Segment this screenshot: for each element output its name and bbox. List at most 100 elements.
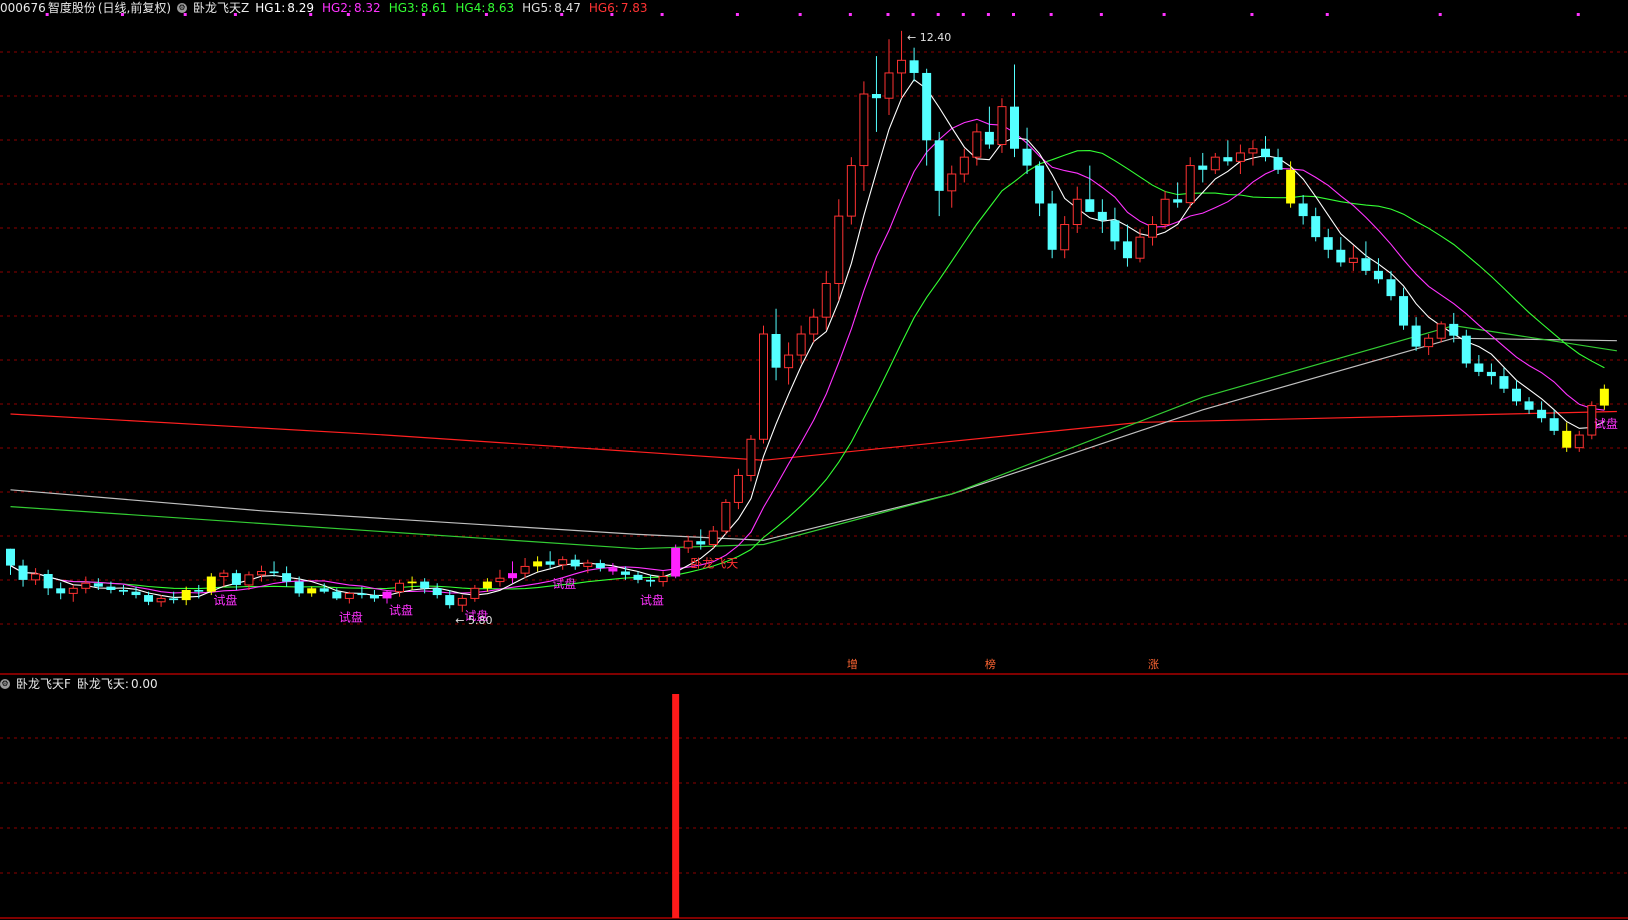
candle-body	[432, 588, 442, 596]
candle-body	[771, 334, 781, 368]
candle-body	[721, 501, 731, 532]
sub-indicator-name[interactable]: 卧龙飞天F	[16, 676, 71, 692]
signal-dot	[848, 13, 852, 16]
candle-body	[733, 474, 743, 503]
candle-body	[871, 94, 881, 99]
candle-body	[169, 598, 179, 601]
event-marker: 榜	[985, 657, 996, 671]
signal-dot	[886, 13, 890, 16]
candle-body	[1047, 203, 1057, 250]
candle-body	[257, 570, 266, 576]
signal-dot	[1438, 13, 1442, 16]
candle-body	[118, 590, 128, 592]
candle-body	[56, 588, 66, 594]
candle-body	[43, 574, 53, 589]
hg-number: 8.29	[287, 1, 314, 15]
hg-value-5: HG5: 8.47	[522, 0, 581, 16]
settings-icon[interactable]: ⚙	[177, 3, 188, 13]
candle-body	[646, 579, 656, 582]
candle-body	[1072, 198, 1082, 226]
candle-body	[922, 72, 932, 141]
candle-body	[1562, 430, 1572, 448]
ma1-line	[10, 78, 1605, 598]
hg-value-1: HG1: 8.29	[255, 0, 314, 16]
candle-body	[671, 547, 681, 577]
candle-body	[18, 565, 28, 580]
candle-body	[1474, 363, 1484, 372]
candle-body	[959, 156, 969, 175]
candle-body	[859, 93, 869, 167]
sub-series-label: 卧龙飞天:	[76, 677, 129, 691]
candle-body	[344, 592, 354, 599]
candle-body	[696, 541, 706, 545]
hg-label: HG2:	[321, 1, 352, 15]
hg-number: 8.63	[487, 1, 515, 15]
candle-body	[482, 581, 492, 589]
candle-body	[533, 561, 543, 567]
candle-body	[1060, 224, 1070, 251]
candle-body	[369, 595, 379, 599]
candle-body	[382, 591, 392, 599]
candle-body	[307, 588, 317, 594]
candle-body	[407, 581, 417, 584]
candle-body	[131, 591, 141, 596]
ma4-line	[10, 324, 1617, 550]
main-indicator-name[interactable]: 卧龙飞天Z	[193, 0, 249, 16]
candle-body	[1010, 106, 1019, 149]
candle-body	[1336, 249, 1346, 263]
candle-body	[1248, 148, 1258, 154]
candle-body	[1198, 165, 1208, 170]
candle-body	[658, 576, 668, 583]
candle-body	[1436, 323, 1446, 339]
candle-body	[821, 282, 831, 318]
signal-dot	[1325, 13, 1329, 16]
candle-body	[357, 593, 367, 596]
candle-body	[1361, 258, 1371, 271]
candle-body	[1210, 156, 1220, 171]
event-marker: 增	[847, 657, 858, 671]
signal-dot	[1049, 13, 1053, 16]
max-price-label: ← 12.40	[907, 31, 951, 44]
signal-label: 试盘	[1594, 416, 1618, 431]
candle-body	[470, 587, 480, 599]
candle-body	[1286, 169, 1296, 204]
stock-chart[interactable]: 试盘试盘 试盘 试盘试盘试盘卧龙飞天试盘← 12.40← 5.80增榜涨	[0, 0, 1628, 920]
signal-dot	[1099, 13, 1103, 16]
candle-body	[1461, 335, 1471, 364]
candle-body	[683, 540, 693, 549]
event-marker: 涨	[1148, 658, 1159, 671]
candle-body	[1160, 198, 1170, 226]
candle-body	[1399, 296, 1409, 326]
candle-body	[219, 572, 229, 578]
candle-body	[1273, 157, 1283, 170]
hg-value-6: HG6: 7.83	[589, 0, 648, 16]
candle-body	[395, 582, 405, 593]
candle-body	[1311, 216, 1321, 238]
hg-label: HG3:	[388, 1, 419, 15]
candle-body	[1599, 388, 1609, 406]
candle-body	[294, 581, 304, 594]
candle-body	[332, 591, 342, 599]
candle-body	[181, 590, 191, 601]
candle-body	[269, 571, 279, 574]
signal-dot	[735, 13, 739, 16]
candle-body	[796, 333, 806, 356]
candle-body	[231, 573, 241, 585]
chart-header: 000676 智度股份 (日线,前复权) ⚙ 卧龙飞天Z HG1: 8.29 HG2…	[0, 0, 648, 16]
candle-body	[93, 583, 103, 587]
candle-body	[1449, 323, 1459, 336]
candle-body	[194, 590, 204, 592]
candle-body	[1537, 409, 1547, 419]
candle-body	[570, 559, 580, 567]
sub-settings-icon[interactable]: ⚙	[0, 679, 10, 689]
candle-body	[457, 597, 467, 606]
candle-body	[81, 582, 91, 589]
candle-body	[282, 573, 292, 582]
candle-body	[934, 140, 944, 191]
hg-number: 8.47	[554, 1, 581, 15]
candle-body	[972, 131, 982, 158]
candle-body	[1148, 224, 1158, 238]
candle-body	[144, 595, 154, 602]
signal-dot	[961, 13, 965, 16]
candle-body	[1574, 434, 1584, 449]
